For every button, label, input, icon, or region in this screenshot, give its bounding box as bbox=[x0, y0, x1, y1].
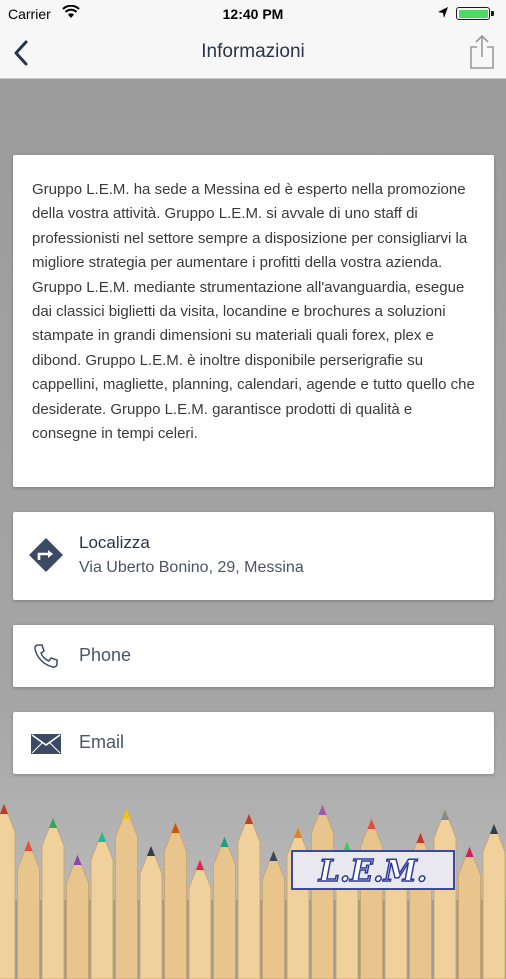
pencil-tip bbox=[441, 810, 449, 820]
pencil-tip bbox=[98, 832, 106, 842]
location-row[interactable]: Localizza Via Uberto Bonino, 29, Messina bbox=[13, 512, 494, 600]
pencil bbox=[164, 821, 187, 979]
pencil-tip bbox=[49, 818, 57, 828]
pencil bbox=[90, 830, 114, 979]
location-arrow-icon bbox=[438, 7, 448, 18]
pencil-tip bbox=[220, 837, 229, 847]
pencil-tip bbox=[147, 846, 155, 856]
pencil-tip bbox=[196, 860, 204, 870]
pencil bbox=[0, 802, 16, 979]
pencil bbox=[360, 817, 383, 979]
description-text: Gruppo L.E.M. ha sede a Messina ed è esp… bbox=[32, 181, 475, 443]
directions-icon bbox=[29, 538, 63, 572]
pencil-tip bbox=[416, 833, 425, 843]
phone-icon bbox=[34, 644, 58, 668]
pencil-tip bbox=[367, 819, 376, 829]
share-icon[interactable] bbox=[468, 34, 496, 70]
pencil-tip bbox=[24, 841, 33, 851]
pencil-tip bbox=[171, 823, 180, 833]
pencil-tip bbox=[465, 847, 474, 857]
pencil bbox=[237, 812, 261, 979]
battery-level bbox=[458, 9, 488, 18]
pencil bbox=[482, 822, 506, 979]
battery-icon bbox=[456, 7, 494, 20]
phone-label: Phone bbox=[79, 645, 132, 665]
email-label: Email bbox=[79, 732, 125, 752]
pencil bbox=[213, 835, 236, 979]
pencil bbox=[66, 853, 89, 979]
pencil bbox=[115, 807, 138, 979]
status-bar: Carrier 12:40 PM bbox=[0, 0, 506, 28]
pencil bbox=[458, 845, 481, 979]
pencil bbox=[262, 849, 285, 979]
pencils-illustration: L.E.M. bbox=[0, 802, 506, 979]
navigation-bar: Informazioni bbox=[0, 28, 506, 79]
pencil-tip bbox=[269, 851, 278, 861]
pencil-tip bbox=[73, 855, 82, 865]
phone-row[interactable]: Phone bbox=[13, 625, 494, 687]
page-title: Informazioni bbox=[201, 41, 305, 62]
pencil-tip bbox=[490, 824, 498, 834]
location-address: Via Uberto Bonino, 29, Messina bbox=[79, 559, 304, 576]
svg-text:L.E.M.: L.E.M. bbox=[318, 854, 428, 889]
pencil bbox=[433, 808, 457, 979]
pencil-tip bbox=[245, 814, 253, 824]
pencil-tip bbox=[294, 828, 302, 838]
pencil-tip bbox=[318, 805, 327, 815]
pencil-tip bbox=[122, 809, 131, 819]
background-logo: L.E.M. bbox=[291, 850, 455, 890]
envelope-icon bbox=[31, 734, 61, 754]
pencil bbox=[311, 803, 334, 979]
pencil bbox=[188, 858, 212, 979]
pencil-tip bbox=[0, 804, 8, 814]
location-title: Localizza bbox=[79, 533, 150, 552]
status-time: 12:40 PM bbox=[222, 6, 284, 22]
email-row[interactable]: Email bbox=[13, 712, 494, 774]
pencil bbox=[139, 844, 163, 979]
description-card: Gruppo L.E.M. ha sede a Messina ed è esp… bbox=[13, 155, 494, 487]
pencil bbox=[17, 839, 40, 979]
pencil bbox=[41, 816, 65, 979]
